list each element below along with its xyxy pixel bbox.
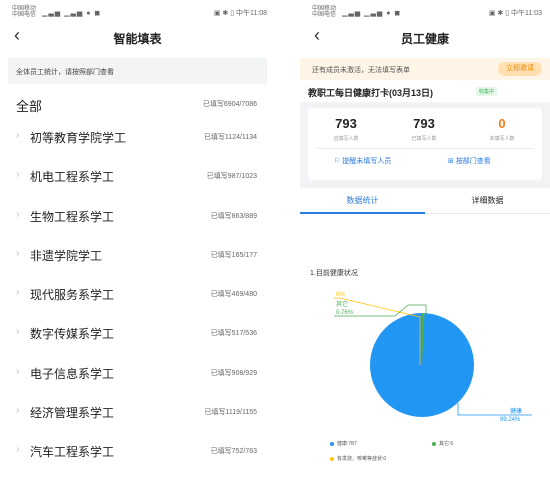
activation-warning: 还有成员未激活，无法填写表单 立即邀请 (300, 58, 550, 80)
list-item[interactable]: › 电子信息系学工 已填写908/929 (0, 354, 275, 393)
department-name: 电子信息系学工 (30, 366, 115, 381)
chevron-right-icon: › (16, 287, 20, 299)
signal-icon: ▁▃▅ ▁▃▅ ● ◼ (42, 10, 102, 17)
status-bar: 中国移动 中国电信 ▁▃▅ ▁▃▅ ● ◼ ▣ ✱ ▯ 中午11:08 (0, 0, 275, 22)
warning-text: 还有成员未激活，无法填写表单 (312, 67, 410, 74)
notice-banner: 全体员工统计，请按照部门查看 (8, 58, 267, 84)
smart-form-screen: 中国移动 中国电信 ▁▃▅ ▁▃▅ ● ◼ ▣ ✱ ▯ 中午11:08 ‹ 智能… (0, 0, 275, 489)
signal-icon: ▁▃▅ ▁▃▅ ● ◼ (342, 10, 402, 17)
department-name: 数字传媒系学工 (30, 327, 115, 342)
battery-icon: ▣ ✱ ▯ (488, 10, 511, 17)
department-name: 经济管理系学工 (30, 406, 115, 421)
summary-card: 793 应填写人数 793 已填写人数 0 未填写人数 ⚐ 提醒未填写人员 ⊞ … (308, 108, 542, 180)
department-stat: 已填写517/536 (210, 330, 257, 338)
legend-dot (330, 456, 334, 461)
carrier-label: 中国移动 中国电信 (12, 6, 37, 18)
list-item[interactable]: › 初等教育学院学工 已填写1124/1134 (0, 118, 275, 157)
summary-area: 教职工每日健康打卡(03月13日) 收集中 793 应填写人数 793 已填写人… (300, 80, 550, 188)
clock: ▣ ✱ ▯ 中午11:03 (488, 10, 542, 17)
list-item[interactable]: › 汽车工程系学工 已填写752/763 (0, 432, 275, 471)
department-stat: 已填写987/1023 (206, 173, 257, 181)
chevron-right-icon: › (16, 247, 20, 259)
department-stat: 已填写752/763 (210, 448, 257, 456)
invite-button[interactable]: 立即邀请 (498, 62, 542, 76)
unfilled-count: 0 未填写人数 (489, 116, 515, 142)
label-zero-pct: 0% (336, 292, 345, 298)
chevron-right-icon: › (16, 169, 20, 181)
nav-bar: ‹ 智能填表 (0, 22, 275, 52)
label-other-name: 其它 (336, 300, 348, 308)
department-list: › 初等教育学院学工 已填写1124/1134 › 机电工程系学工 已填写987/102… (0, 118, 275, 472)
department-name: 现代服务系学工 (30, 288, 115, 303)
list-item[interactable]: › 机电工程系学工 已填写987/1023 (0, 157, 275, 196)
question-title: 1.目前健康状况 (310, 270, 358, 277)
all-label: 全部 (16, 99, 43, 114)
tab-details[interactable]: 详细数据 (425, 195, 550, 206)
required-count: 793 应填写人数 (333, 116, 359, 142)
remind-button[interactable]: ⚐ 提醒未填写人员 (334, 156, 391, 166)
list-item[interactable]: › 数字传媒系学工 已填写517/536 (0, 314, 275, 353)
department-name: 初等教育学院学工 (30, 131, 127, 145)
list-item[interactable]: › 生物工程系学工 已填写863/889 (0, 197, 275, 236)
department-stat: 已填写1124/1134 (203, 134, 257, 141)
tab-statistics[interactable]: 数据统计 (300, 195, 425, 206)
legend-symptom: 有发烧、咳嗽等症状:0 (330, 455, 386, 462)
tab-bar: 数据统计 详细数据 (300, 188, 550, 214)
department-stat: 已填写863/889 (210, 212, 257, 220)
page-title: 员工健康 (400, 32, 449, 46)
bell-icon: ⚐ (334, 158, 343, 165)
nav-bar: ‹ 员工健康 (300, 22, 550, 52)
legend-dot (432, 441, 436, 446)
all-row[interactable]: 全部 已填写6904/7086 (0, 84, 275, 118)
label-other-pct: 0.76% (336, 310, 354, 316)
form-title: 教职工每日健康打卡(03月13日) (308, 88, 434, 98)
department-name: 汽车工程系学工 (30, 445, 115, 460)
filled-count: 793 已填写人数 (411, 116, 437, 142)
chevron-right-icon: › (16, 208, 20, 220)
divider (316, 148, 534, 149)
clock: ▣ ✱ ▯ 中午11:08 (213, 10, 267, 17)
department-stat: 已填写165/177 (210, 251, 257, 259)
legend-other: 其它:6 (432, 440, 453, 447)
chevron-right-icon: › (16, 405, 20, 417)
department-name: 生物工程系学工 (30, 209, 115, 224)
department-stat: 已填写1119/1155 (204, 409, 257, 417)
chevron-right-icon: › (16, 444, 20, 456)
department-stat: 已填写469/480 (210, 291, 257, 299)
status-bar: 中国移动 中国电信 ▁▃▅ ▁▃▅ ● ◼ ▣ ✱ ▯ 中午11:03 (300, 0, 550, 22)
status-badge: 收集中 (476, 87, 498, 96)
department-name: 非遗学院学工 (30, 248, 103, 263)
form-title-bar: 教职工每日健康打卡(03月13日) 收集中 (300, 80, 550, 102)
tab-indicator (300, 212, 425, 214)
chevron-right-icon: › (16, 326, 20, 338)
battery-icon: ▣ ✱ ▯ (213, 10, 236, 17)
page-title: 智能填表 (113, 32, 162, 46)
carrier-label: 中国移动 中国电信 (312, 6, 337, 18)
health-pie-chart: 0% 其它 0.76% 健康 99.24% (334, 292, 532, 423)
chevron-right-icon: › (16, 365, 20, 377)
label-healthy-name: 健康 (510, 407, 522, 415)
list-item[interactable]: › 现代服务系学工 已填写469/480 (0, 275, 275, 314)
chevron-right-icon: › (16, 130, 20, 141)
legend-dot (330, 441, 334, 446)
department-name: 机电工程系学工 (30, 170, 115, 185)
employee-health-screen: 中国移动 中国电信 ▁▃▅ ▁▃▅ ● ◼ ▣ ✱ ▯ 中午11:03 ‹ 员工… (300, 0, 550, 489)
org-icon: ⊞ (448, 158, 456, 165)
label-healthy-pct: 99.24% (500, 417, 521, 423)
department-stat: 已填写908/929 (210, 369, 257, 377)
list-item[interactable]: › 非遗学院学工 已填写165/177 (0, 236, 275, 275)
by-department-button[interactable]: ⊞ 按部门查看 (448, 156, 491, 166)
legend-healthy: 健康:787 (330, 440, 357, 447)
list-item[interactable]: › 经济管理系学工 已填写1119/1155 (0, 393, 275, 432)
all-stat: 已填写6904/7086 (202, 101, 257, 108)
